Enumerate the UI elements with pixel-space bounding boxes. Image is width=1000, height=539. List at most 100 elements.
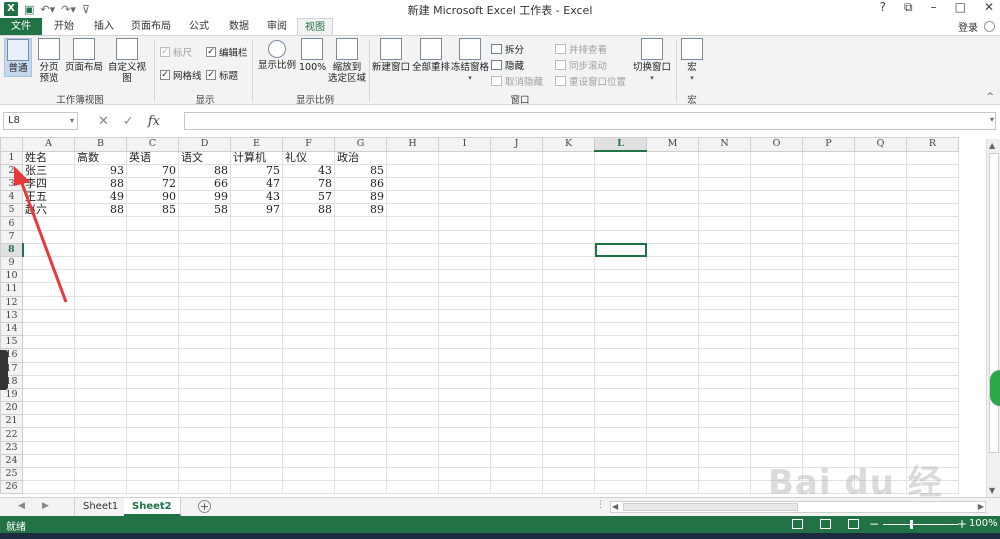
cell[interactable] [906,242,959,258]
cell[interactable] [906,348,959,363]
cell[interactable] [334,335,387,350]
cell[interactable] [438,229,491,244]
zoom-100-button[interactable]: 100% [299,38,326,73]
cell[interactable] [698,242,751,258]
tab-formulas[interactable]: 公式 [182,18,216,35]
cell[interactable] [230,427,283,442]
cell[interactable] [646,374,699,389]
cell[interactable] [282,295,335,310]
cell[interactable] [698,176,751,192]
cell[interactable] [178,387,231,403]
cell[interactable]: 88 [282,203,335,218]
cell[interactable] [646,387,699,403]
cell[interactable] [802,295,855,310]
row-header[interactable]: 19 [0,387,23,403]
cell[interactable] [74,401,127,416]
close-button[interactable]: ✕ [984,0,994,15]
cell[interactable] [282,387,335,403]
vertical-scroll-thumb[interactable] [989,153,999,453]
cell[interactable] [386,269,439,284]
cell[interactable]: 90 [126,190,179,205]
cell[interactable] [22,361,75,376]
cell[interactable] [594,203,647,218]
cell[interactable] [542,480,595,495]
tab-file[interactable]: 文件 [0,18,42,35]
cell[interactable]: 43 [282,163,335,178]
column-header[interactable]: G [334,137,387,152]
cell[interactable] [906,440,959,455]
cell[interactable] [334,295,387,310]
cell[interactable] [542,374,595,389]
cell[interactable] [854,387,907,403]
cell[interactable] [126,361,179,376]
cell[interactable] [230,242,283,258]
cell[interactable] [750,176,803,192]
cell[interactable] [126,348,179,363]
cell[interactable] [438,295,491,310]
cell[interactable] [178,242,231,258]
cell[interactable] [750,242,803,258]
cell[interactable] [178,348,231,363]
cell[interactable] [802,401,855,416]
column-header[interactable]: H [386,137,439,152]
cell[interactable]: 88 [74,176,127,192]
cell[interactable] [22,414,75,429]
cell[interactable] [646,401,699,416]
tab-home[interactable]: 开始 [46,18,82,35]
cell[interactable] [594,176,647,192]
cell[interactable] [490,480,543,495]
cell[interactable] [22,348,75,363]
cell[interactable] [490,466,543,482]
cell[interactable] [22,229,75,244]
cell[interactable] [906,203,959,218]
cell[interactable] [802,282,855,297]
cell[interactable] [22,374,75,389]
cell[interactable] [594,163,647,178]
cell[interactable] [22,308,75,323]
cell[interactable] [698,216,751,231]
cell[interactable] [542,242,595,258]
sheet-tab-sheet2[interactable]: Sheet2 [124,498,181,516]
cell[interactable] [178,269,231,284]
cell[interactable] [22,295,75,310]
cell[interactable]: 75 [230,163,283,178]
cell[interactable] [594,453,647,469]
cell[interactable] [126,466,179,482]
cell[interactable] [126,295,179,310]
cell[interactable] [490,242,543,258]
cell[interactable] [438,387,491,403]
cell[interactable] [22,387,75,403]
row-header[interactable]: 23 [0,440,23,455]
cell[interactable] [490,348,543,363]
cell[interactable] [802,427,855,442]
row-header[interactable]: 8 [0,242,24,258]
cell[interactable] [22,480,75,495]
cell[interactable] [386,453,439,469]
cell[interactable] [438,335,491,350]
cell[interactable] [386,308,439,323]
cell[interactable] [438,163,491,178]
cell[interactable] [438,440,491,455]
cell[interactable] [750,480,803,495]
cell[interactable] [282,282,335,297]
cell[interactable] [750,321,803,337]
cell[interactable] [490,308,543,323]
cell[interactable] [698,480,751,495]
cell[interactable] [74,255,127,271]
cell[interactable] [334,255,387,271]
row-header[interactable]: 26 [0,480,23,495]
cell[interactable] [126,282,179,297]
cell[interactable] [282,414,335,429]
cell[interactable] [178,282,231,297]
cell[interactable] [698,414,751,429]
cell[interactable] [854,440,907,455]
cell[interactable] [698,150,751,165]
cell[interactable]: 85 [126,203,179,218]
sheet-scroll-right-icon[interactable]: ▶ [42,501,49,511]
cell[interactable] [646,269,699,284]
cell[interactable] [698,361,751,376]
cell[interactable] [698,321,751,337]
maximize-button[interactable]: □ [955,0,966,15]
split-button[interactable]: 拆分 [491,42,524,56]
cell[interactable] [646,427,699,442]
